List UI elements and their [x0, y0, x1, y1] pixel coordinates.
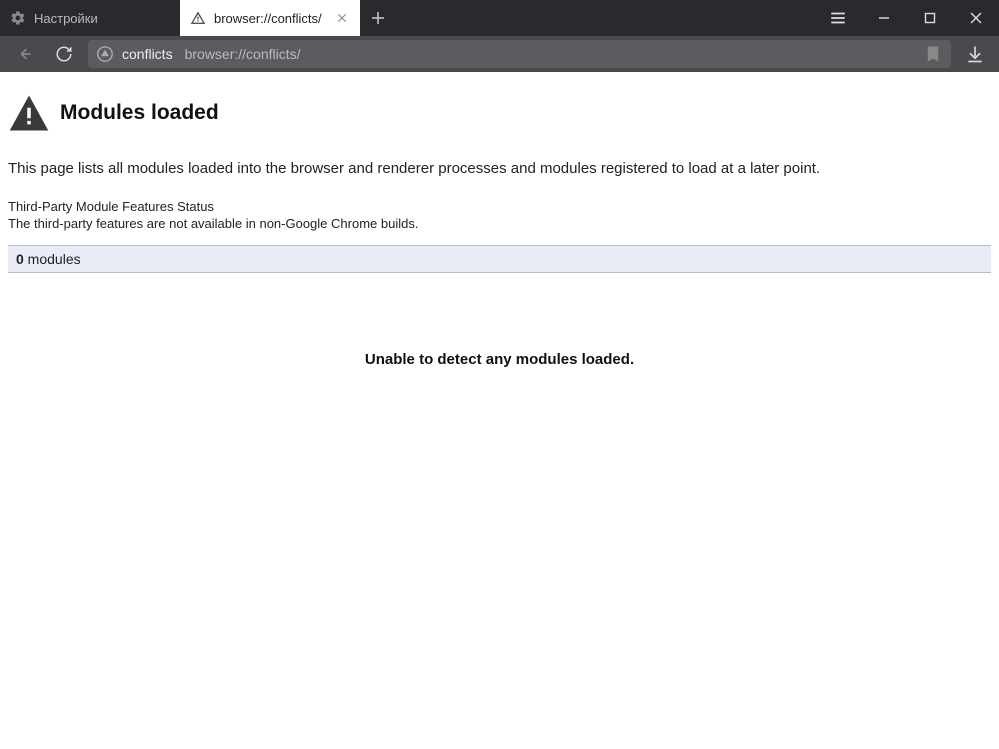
tab-label: browser://conflicts/: [214, 11, 326, 26]
menu-button[interactable]: [815, 0, 861, 36]
close-window-button[interactable]: [953, 0, 999, 36]
warning-icon: [8, 92, 50, 134]
toolbar: conflicts browser://conflicts/: [0, 36, 999, 72]
reload-button[interactable]: [48, 38, 80, 70]
features-status-title: Third-Party Module Features Status: [8, 199, 991, 214]
site-name: conflicts: [122, 46, 173, 62]
gear-icon: [10, 10, 26, 26]
tab-bar: Настройки browser://conflicts/: [0, 0, 999, 36]
url-text: browser://conflicts/: [185, 46, 301, 62]
tab-bar-spacer: [396, 0, 815, 36]
tab-conflicts[interactable]: browser://conflicts/: [180, 0, 360, 36]
page-description: This page lists all modules loaded into …: [8, 160, 991, 177]
page-content: Modules loaded This page lists all modul…: [0, 72, 999, 749]
window-controls: [861, 0, 999, 36]
new-tab-button[interactable]: [360, 0, 396, 36]
address-bar[interactable]: conflicts browser://conflicts/: [88, 40, 951, 68]
page-title: Modules loaded: [60, 101, 219, 125]
page-header: Modules loaded: [8, 92, 991, 134]
minimize-button[interactable]: [861, 0, 907, 36]
tab-label: Настройки: [34, 11, 170, 26]
features-status: Third-Party Module Features Status The t…: [8, 199, 991, 231]
downloads-button[interactable]: [959, 38, 991, 70]
warning-icon: [190, 10, 206, 26]
bookmark-icon[interactable]: [923, 44, 943, 64]
modules-label: modules: [24, 251, 81, 267]
empty-message: Unable to detect any modules loaded.: [8, 351, 991, 368]
back-button[interactable]: [8, 38, 40, 70]
modules-count: 0: [16, 251, 24, 267]
modules-bar: 0 modules: [8, 245, 991, 273]
maximize-button[interactable]: [907, 0, 953, 36]
tab-settings[interactable]: Настройки: [0, 0, 180, 36]
browser-logo-icon: [96, 45, 114, 63]
features-status-desc: The third-party features are not availab…: [8, 216, 991, 231]
close-icon[interactable]: [334, 10, 350, 26]
